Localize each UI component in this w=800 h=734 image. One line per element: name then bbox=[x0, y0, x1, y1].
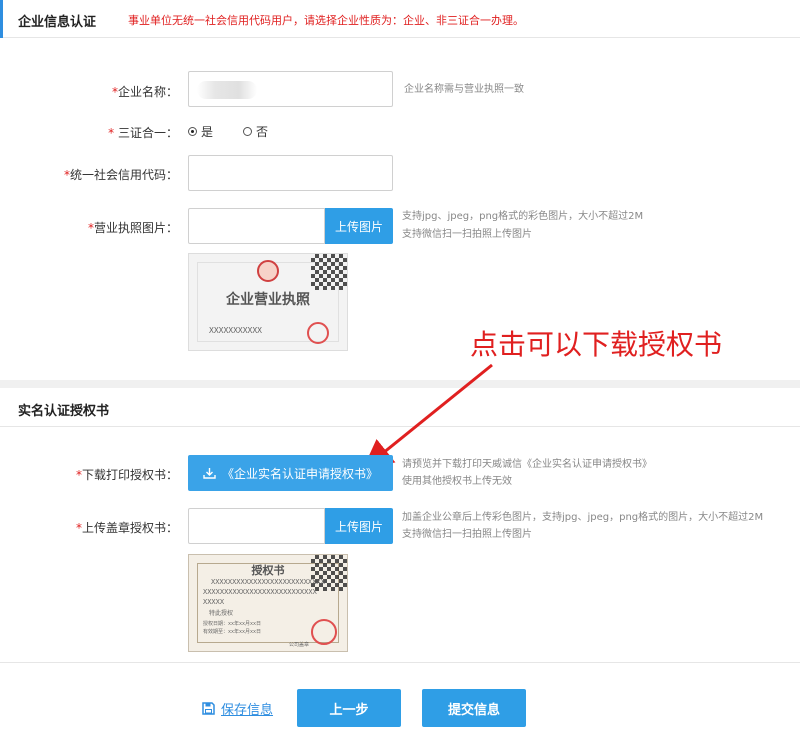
upload-hint-2: 支持微信扫一扫拍照上传图片 bbox=[402, 529, 532, 540]
download-label: *下载打印授权书： bbox=[75, 468, 178, 482]
download-hint-2: 使用其他授权书上传无效 bbox=[402, 476, 512, 487]
section-header-auth: 实名认证授权书 bbox=[0, 389, 800, 427]
radio-yes[interactable]: 是 bbox=[188, 123, 213, 140]
qr-code-icon bbox=[311, 254, 347, 290]
notice-text: 事业单位无统一社会信用代码用户，请选择企业性质为：企业、非三证合一办理。 bbox=[128, 14, 524, 27]
emblem-icon bbox=[257, 260, 279, 282]
floppy-disk-icon bbox=[202, 702, 215, 715]
prev-step-button[interactable]: 上一步 bbox=[297, 689, 401, 727]
radio-no[interactable]: 否 bbox=[243, 123, 268, 140]
seal-icon bbox=[311, 619, 337, 645]
section-title: 企业信息认证 bbox=[18, 15, 97, 30]
license-hint-2: 支持微信扫一扫拍照上传图片 bbox=[402, 229, 532, 240]
seal-icon bbox=[307, 322, 329, 344]
license-image-label: *营业执照图片： bbox=[87, 221, 178, 235]
license-file-input[interactable] bbox=[188, 208, 325, 244]
company-name-hint: 企业名称需与营业执照一致 bbox=[404, 84, 524, 95]
license-sample-image: 企业营业执照 XXXXXXXXXXX bbox=[188, 253, 348, 351]
section-header-company: 企业信息认证 事业单位无统一社会信用代码用户，请选择企业性质为：企业、非三证合一… bbox=[0, 0, 800, 38]
credit-code-input[interactable] bbox=[188, 155, 393, 191]
download-auth-button[interactable]: 《企业实名认证申请授权书》 bbox=[188, 455, 393, 491]
download-icon bbox=[203, 468, 216, 479]
submit-button[interactable]: 提交信息 bbox=[422, 689, 526, 727]
save-info-link[interactable]: 保存信息 bbox=[202, 699, 273, 718]
auth-sample-image: 授权书 XXXXXXXXXXXXXXXXXXXXXXXXXXX XXXXXXXX… bbox=[188, 554, 348, 652]
annotation-text: 点击可以下载授权书 bbox=[470, 328, 723, 361]
license-sample-title: 企业营业执照 bbox=[226, 292, 310, 308]
credit-code-label: *统一社会信用代码： bbox=[63, 168, 178, 182]
download-hint-1: 请预览并下载打印天威诚信《企业实名认证申请授权书》 bbox=[402, 459, 652, 470]
radio-unchecked-icon bbox=[243, 127, 252, 136]
section-title: 实名认证授权书 bbox=[18, 404, 110, 419]
upload-stamped-label: *上传盖章授权书： bbox=[75, 521, 178, 535]
section-gap bbox=[0, 380, 800, 388]
radio-checked-icon bbox=[188, 127, 197, 136]
company-name-input[interactable] bbox=[188, 71, 393, 107]
footer-divider bbox=[0, 662, 800, 663]
license-hint-1: 支持jpg、jpeg，png格式的彩色图片，大小不超过2M bbox=[402, 211, 644, 222]
license-sample-code: XXXXXXXXXXX bbox=[209, 326, 262, 335]
upload-stamped-button[interactable]: 上传图片 bbox=[325, 508, 393, 544]
section-accent-bar bbox=[0, 0, 3, 38]
stamped-file-input[interactable] bbox=[188, 508, 325, 544]
auth-sample-title: 授权书 bbox=[251, 564, 285, 577]
company-name-label: *企业名称： bbox=[111, 85, 178, 99]
upload-hint-1: 加盖企业公章后上传彩色图片，支持jpg、jpeg，png格式的图片，大小不超过2… bbox=[402, 512, 764, 523]
three-in-one-label: * 三证合一： bbox=[108, 126, 178, 140]
upload-license-button[interactable]: 上传图片 bbox=[325, 208, 393, 244]
blurred-value bbox=[197, 81, 257, 99]
annotation-arrow-icon bbox=[362, 363, 493, 470]
